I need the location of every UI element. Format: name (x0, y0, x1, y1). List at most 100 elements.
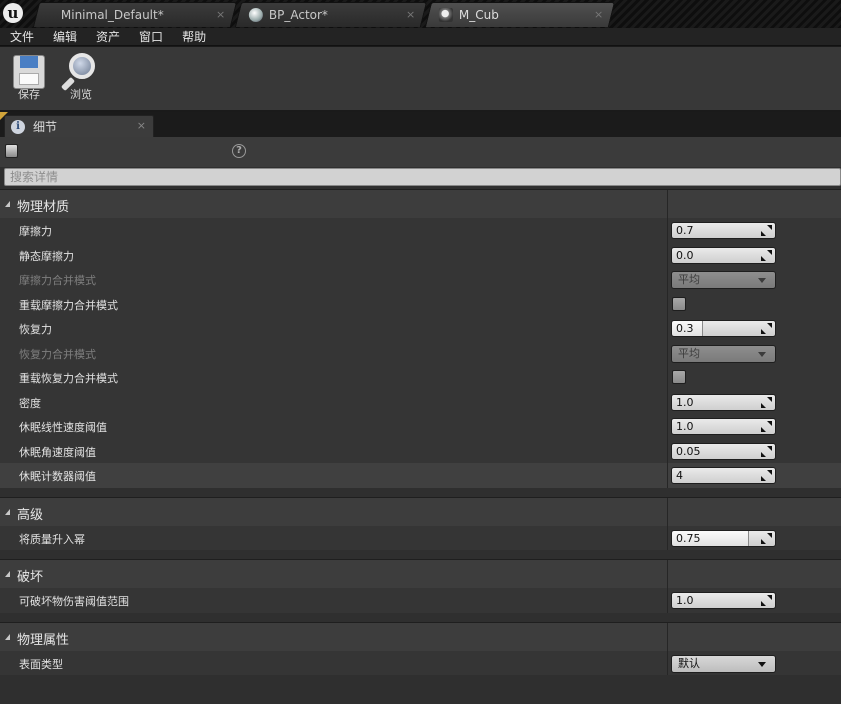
browse-button[interactable]: 浏览 (59, 51, 103, 107)
property-name: 休眠计数器阈值 (19, 470, 96, 483)
document-tab-bar: u Minimal_Default* × BP_Actor* × M_Cub × (0, 0, 841, 28)
property-name: 摩擦力 (19, 225, 52, 238)
property-name: 重载摩擦力合并模式 (19, 298, 118, 312)
property-row: 将质量升入幂 0.75 (0, 525, 841, 550)
column-splitter[interactable] (667, 389, 668, 414)
spinbox-value: 0.75 (676, 531, 701, 545)
category-title: 高级 (17, 507, 44, 523)
grip-icon[interactable] (761, 445, 772, 457)
column-splitter[interactable] (667, 218, 668, 243)
numeric-spinbox[interactable]: 4 (671, 467, 776, 484)
spinbox-value: 0.3 (676, 322, 694, 335)
numeric-spinbox[interactable]: 0.0 (671, 246, 776, 264)
property-name: 将质量升入幂 (19, 532, 85, 546)
tab-minimal-default[interactable]: Minimal_Default* × (32, 2, 238, 27)
close-icon[interactable]: × (594, 8, 603, 21)
column-splitter[interactable] (667, 560, 668, 588)
grip-icon[interactable] (761, 532, 772, 544)
grip-icon[interactable] (761, 470, 772, 481)
menu-edit[interactable]: 编辑 (43, 28, 86, 45)
property-name: 密度 (19, 396, 41, 410)
grip-icon[interactable] (761, 225, 772, 236)
tab-label: BP_Actor* (268, 8, 328, 22)
details-tab-strip: i 细节 × (0, 112, 841, 137)
combo-value: 平均 (678, 346, 700, 360)
column-splitter[interactable] (667, 463, 668, 488)
category-header[interactable]: 物理材质 (0, 189, 841, 218)
menu-file[interactable]: 文件 (0, 28, 43, 45)
grip-icon[interactable] (761, 323, 772, 334)
column-splitter[interactable] (667, 365, 668, 390)
numeric-spinbox[interactable]: 0.3 (671, 320, 776, 337)
close-icon[interactable]: × (216, 8, 225, 21)
close-icon[interactable]: × (137, 119, 146, 132)
override-checkbox[interactable] (672, 296, 686, 311)
category-title: 破坏 (17, 570, 44, 585)
column-splitter[interactable] (667, 525, 668, 550)
tab-details[interactable]: i 细节 × (4, 115, 154, 137)
grip-icon[interactable] (761, 595, 772, 606)
column-splitter[interactable] (667, 340, 668, 365)
column-splitter[interactable] (667, 650, 668, 675)
save-button[interactable]: 保存 (7, 51, 51, 107)
category-title: 物理属性 (17, 632, 70, 648)
column-splitter[interactable] (667, 622, 668, 651)
numeric-spinbox[interactable]: 0.75 (671, 529, 776, 547)
search-input[interactable] (4, 168, 841, 186)
menu-asset[interactable]: 资产 (86, 28, 129, 45)
category-spacer (0, 487, 841, 497)
grip-icon[interactable] (761, 249, 772, 261)
details-tab-label: 细节 (33, 120, 58, 134)
save-label: 保存 (18, 88, 40, 101)
numeric-spinbox[interactable]: 0.7 (671, 222, 776, 239)
column-splitter[interactable] (667, 267, 668, 292)
override-checkbox[interactable] (672, 370, 686, 384)
help-icon[interactable]: ? (232, 144, 246, 158)
toolbar: 保存 浏览 (0, 47, 841, 111)
property-name: 静态摩擦力 (19, 249, 74, 263)
combo-box[interactable]: 默认 (671, 654, 776, 673)
combo-value: 默认 (678, 656, 700, 670)
category-header[interactable]: 破坏 (0, 559, 841, 588)
grip-icon[interactable] (761, 396, 772, 408)
category-header[interactable]: 高级 (0, 496, 841, 526)
close-icon[interactable]: × (406, 8, 415, 21)
menu-window[interactable]: 窗口 (129, 28, 172, 45)
expand-arrow-icon[interactable] (5, 571, 10, 577)
combo-box: 平均 (671, 344, 776, 363)
tab-bp-actor[interactable]: BP_Actor* × (234, 2, 428, 27)
property-name: 重载恢复力合并模式 (19, 372, 118, 385)
column-splitter[interactable] (667, 291, 668, 316)
save-icon (13, 55, 45, 89)
expand-arrow-icon[interactable] (5, 508, 10, 515)
numeric-spinbox[interactable]: 1.0 (671, 393, 776, 411)
property-name: 休眠角速度阈值 (19, 445, 96, 459)
column-splitter[interactable] (667, 438, 668, 463)
expand-arrow-icon[interactable] (5, 633, 10, 640)
browse-icon (60, 53, 99, 92)
lock-icon[interactable] (5, 144, 18, 158)
category-header[interactable]: 物理属性 (0, 621, 841, 651)
property-row: 休眠角速度阈值 0.05 (0, 438, 841, 463)
column-splitter[interactable] (667, 316, 668, 341)
property-name: 摩擦力合并模式 (19, 274, 96, 287)
unreal-logo-icon[interactable]: u (0, 0, 26, 26)
column-splitter[interactable] (667, 242, 668, 267)
column-splitter[interactable] (667, 497, 668, 526)
combo-box: 平均 (671, 271, 776, 289)
numeric-spinbox[interactable]: 1.0 (671, 592, 776, 609)
numeric-spinbox[interactable]: 1.0 (671, 418, 776, 435)
property-name: 休眠线性速度阈值 (19, 421, 107, 434)
tab-m-cub[interactable]: M_Cub × (424, 2, 616, 27)
numeric-spinbox[interactable]: 0.05 (671, 442, 776, 460)
property-name: 可破坏物伤害阈值范围 (19, 595, 129, 608)
column-splitter[interactable] (667, 414, 668, 439)
property-row: 摩擦力合并模式 平均 (0, 267, 841, 292)
grip-icon[interactable] (761, 421, 772, 432)
spinbox-value: 1.0 (676, 594, 694, 607)
column-splitter[interactable] (667, 588, 668, 613)
combo-value: 平均 (678, 273, 700, 286)
menu-help[interactable]: 帮助 (172, 28, 215, 45)
expand-arrow-icon[interactable] (5, 201, 10, 207)
column-splitter[interactable] (667, 190, 668, 218)
